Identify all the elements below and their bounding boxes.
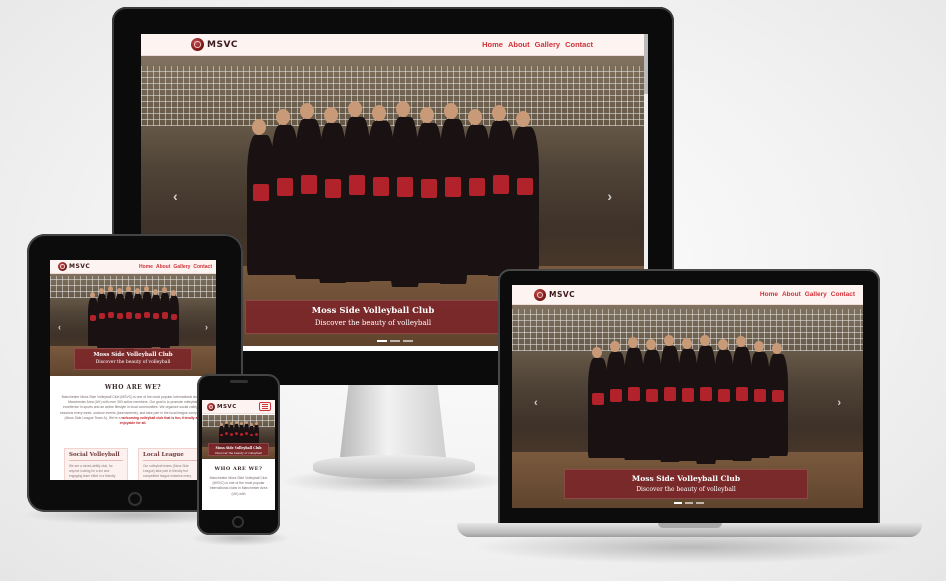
about-text: Manchester Moss Side Volleyball Club (MS… bbox=[209, 476, 268, 496]
carousel-next-icon[interactable]: › bbox=[837, 397, 841, 409]
nav-about[interactable]: About bbox=[508, 40, 530, 49]
carousel-dot[interactable] bbox=[377, 340, 387, 342]
logo-text[interactable]: MSVC bbox=[549, 290, 575, 299]
nav-gallery[interactable]: Gallery bbox=[535, 40, 560, 49]
tablet-screen: MSVC Home About Gallery Contact ‹ › Moss… bbox=[50, 260, 216, 480]
phone-screen: MSVC Moss Side Volleyball Club Discover … bbox=[202, 400, 275, 510]
logo-text[interactable]: MSVC bbox=[69, 263, 90, 270]
desktop-navbar: MSVC Home About Gallery Contact bbox=[141, 34, 648, 56]
menu-toggle-icon[interactable] bbox=[259, 402, 271, 411]
carousel-next-icon[interactable]: › bbox=[607, 188, 612, 204]
hero-subtitle: Discover the beauty of volleyball bbox=[95, 360, 171, 365]
laptop-navbar: MSVC Home About Gallery Contact bbox=[512, 285, 863, 305]
carousel-dot[interactable] bbox=[674, 502, 682, 504]
carousel-indicators bbox=[377, 340, 413, 342]
hero-team-photo: ‹ › Moss Side Volleyball Club Discover t… bbox=[512, 305, 863, 508]
carousel-indicators bbox=[674, 502, 704, 504]
laptop-notch bbox=[658, 523, 722, 528]
about-heading: WHO ARE WE? bbox=[104, 384, 162, 391]
nav-contact[interactable]: Contact bbox=[565, 40, 593, 49]
phone-home-button bbox=[232, 516, 244, 528]
nav-about[interactable]: About bbox=[782, 291, 801, 298]
team-group bbox=[80, 286, 186, 356]
laptop-nav-links: Home About Gallery Contact bbox=[760, 291, 855, 298]
hero-caption: Moss Side Volleyball Club Discover the b… bbox=[245, 300, 501, 334]
about-text: Manchester Moss Side Volleyball Club (MS… bbox=[60, 395, 206, 426]
nav-home[interactable]: Home bbox=[482, 40, 503, 49]
carousel-dot[interactable] bbox=[390, 340, 400, 342]
hero-title: Moss Side Volleyball Club bbox=[631, 474, 741, 483]
card-text: We are a mixed-ability club, for anyone … bbox=[69, 464, 116, 480]
card-social-volleyball: Social Volleyball We are a mixed-ability… bbox=[64, 448, 128, 480]
tablet-home-button bbox=[128, 492, 142, 506]
phone-navbar: MSVC bbox=[202, 400, 275, 414]
hero-subtitle: Discover the beauty of volleyball bbox=[314, 319, 432, 327]
tablet-navbar: MSVC Home About Gallery Contact bbox=[50, 260, 216, 274]
hero-title: Moss Side Volleyball Club bbox=[93, 352, 173, 358]
card-local-league: Local League Our volleyball teams (Moss … bbox=[138, 448, 202, 480]
carousel-prev-icon[interactable]: ‹ bbox=[58, 322, 61, 332]
phone-speaker bbox=[230, 380, 248, 383]
hero-subtitle: Discover the beauty of volleyball bbox=[636, 486, 736, 493]
nav-gallery[interactable]: Gallery bbox=[805, 291, 827, 298]
carousel-dot[interactable] bbox=[696, 502, 704, 504]
hero-subtitle: Discover the beauty of volleyball bbox=[215, 451, 262, 455]
imac-stand-base bbox=[313, 455, 475, 479]
tablet-nav-links: Home About Gallery Contact bbox=[139, 264, 212, 270]
hero-team-photo: ‹ › Moss Side Volleyball Club Discover t… bbox=[50, 274, 216, 376]
nav-contact[interactable]: Contact bbox=[831, 291, 855, 298]
nav-contact[interactable]: Contact bbox=[193, 264, 212, 270]
hero-title: Moss Side Volleyball Club bbox=[215, 446, 262, 450]
about-heading: WHO ARE WE? bbox=[214, 466, 263, 472]
carousel-prev-icon[interactable]: ‹ bbox=[173, 188, 178, 204]
imac-stand-neck bbox=[340, 385, 446, 457]
logo-icon[interactable] bbox=[191, 38, 204, 51]
card-title: Social Volleyball bbox=[69, 452, 123, 461]
logo-icon[interactable] bbox=[58, 262, 67, 271]
hero-caption: Moss Side Volleyball Club Discover the b… bbox=[74, 348, 192, 370]
team-group bbox=[572, 335, 802, 475]
about-text-highlight: welcoming volleyball club that is fun, f… bbox=[119, 415, 202, 426]
nav-about[interactable]: About bbox=[156, 264, 170, 270]
hero-caption: Moss Side Volleyball Club Discover the b… bbox=[564, 469, 808, 499]
carousel-dot[interactable] bbox=[403, 340, 413, 342]
desktop-nav-links: Home About Gallery Contact bbox=[482, 40, 593, 49]
hero-caption: Moss Side Volleyball Club Discover the b… bbox=[208, 443, 269, 456]
nav-home[interactable]: Home bbox=[139, 264, 153, 270]
card-text: Our volleyball teams (Moss Side League) … bbox=[143, 464, 192, 480]
laptop-screen: MSVC Home About Gallery Contact ‹ › Moss… bbox=[512, 285, 863, 508]
nav-home[interactable]: Home bbox=[760, 291, 778, 298]
hero-title: Moss Side Volleyball Club bbox=[311, 306, 435, 316]
card-title: Local League bbox=[143, 452, 197, 461]
logo-icon[interactable] bbox=[534, 288, 546, 301]
logo-icon[interactable] bbox=[207, 402, 215, 411]
carousel-dot[interactable] bbox=[685, 502, 693, 504]
hero-team-photo: Moss Side Volleyball Club Discover the b… bbox=[202, 415, 275, 459]
nav-gallery[interactable]: Gallery bbox=[173, 264, 190, 270]
carousel-prev-icon[interactable]: ‹ bbox=[534, 397, 538, 409]
carousel-next-icon[interactable]: › bbox=[205, 322, 208, 332]
logo-text[interactable]: MSVC bbox=[207, 40, 238, 50]
logo-text[interactable]: MSVC bbox=[217, 404, 237, 410]
